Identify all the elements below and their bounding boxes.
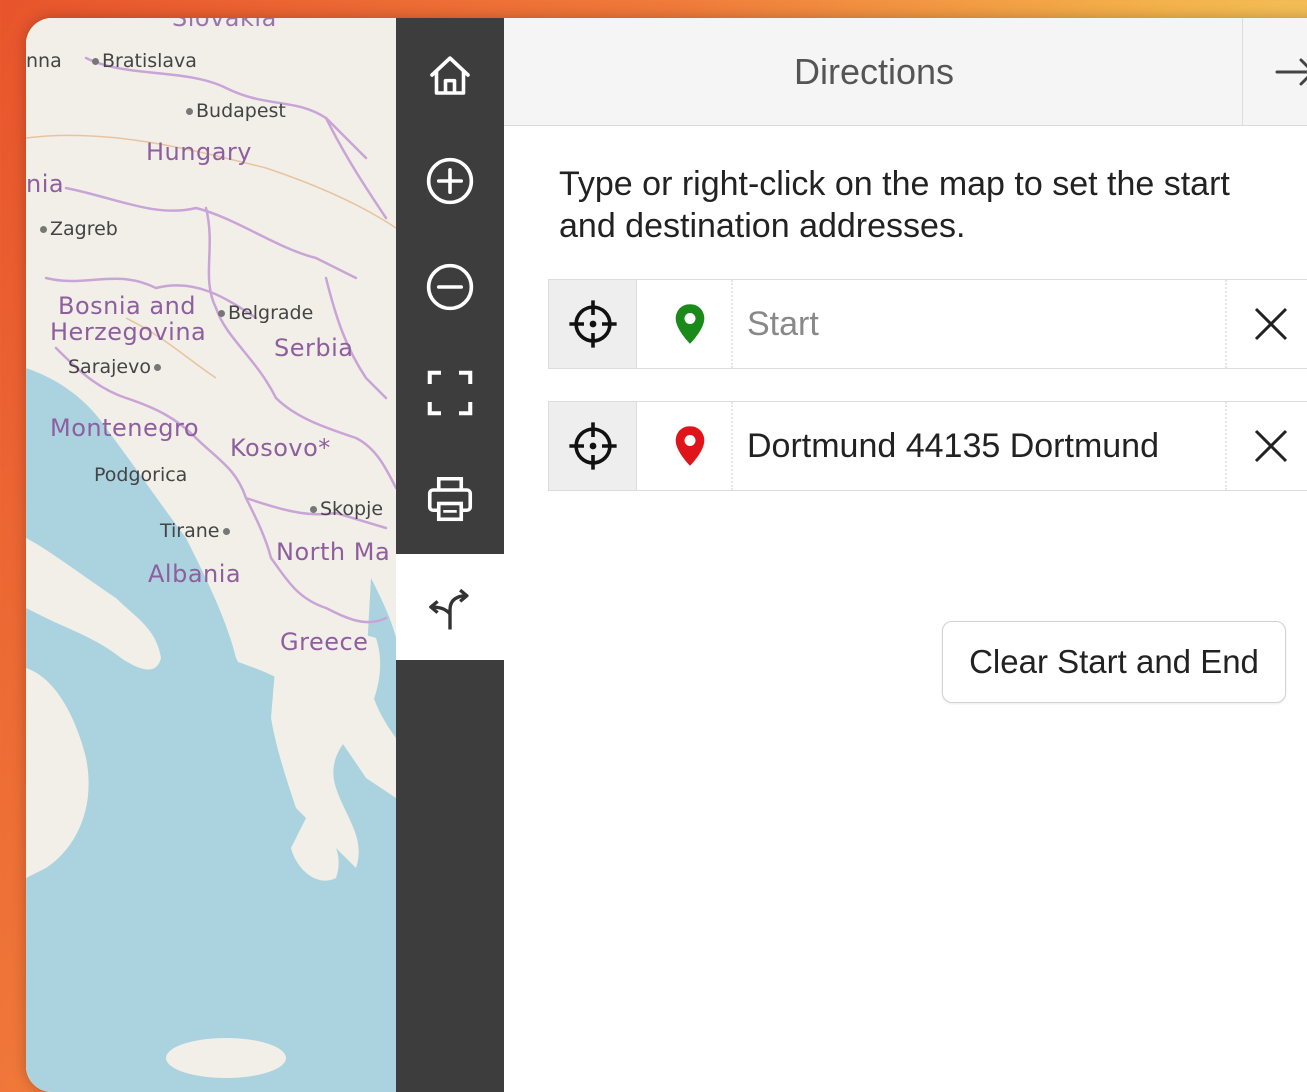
printer-icon xyxy=(427,476,473,522)
start-waypoint-row xyxy=(548,279,1307,369)
start-clear-button[interactable] xyxy=(1225,280,1307,368)
green-pin-icon xyxy=(675,304,705,344)
map-view[interactable]: Slovakia nna Bratislava Budapest Hungary… xyxy=(26,18,396,1092)
map-label-greece: Greece xyxy=(280,628,369,656)
zoom-in-button[interactable] xyxy=(396,128,504,234)
end-locate-button[interactable] xyxy=(549,402,637,490)
map-label-podgorica: Podgorica xyxy=(94,464,188,486)
crosshair-icon xyxy=(568,422,617,470)
red-pin-icon xyxy=(675,426,705,466)
app-window: Slovakia nna Bratislava Budapest Hungary… xyxy=(26,18,1307,1092)
map-label-herzegovina: Herzegovina xyxy=(50,318,207,346)
map-label-north-macedonia: North Ma xyxy=(276,538,391,566)
home-icon xyxy=(430,56,470,95)
map-label-tirane: Tirane xyxy=(160,520,233,542)
map-label-bosnia: Bosnia and xyxy=(58,292,197,320)
map-label-budapest: Budapest xyxy=(186,100,286,122)
map-label-slovakia: Slovakia xyxy=(172,18,277,32)
start-locate-button[interactable] xyxy=(549,280,637,368)
home-button[interactable] xyxy=(396,22,504,128)
clear-start-end-button[interactable]: Clear Start and End xyxy=(942,621,1286,703)
map-toolbar xyxy=(396,18,504,1092)
fullscreen-icon xyxy=(427,370,473,416)
close-icon xyxy=(1254,429,1288,463)
end-waypoint-row xyxy=(548,401,1307,491)
map-label-montenegro: Montenegro xyxy=(50,414,200,442)
map-label-serbia: Serbia xyxy=(274,334,354,362)
print-button[interactable] xyxy=(396,446,504,552)
directions-panel: Directions Type or right-click on the ma… xyxy=(504,18,1307,1092)
end-input[interactable] xyxy=(747,416,1222,476)
zoom-out-icon xyxy=(426,263,474,311)
crosshair-icon xyxy=(568,300,617,348)
directions-instructions: Type or right-click on the map to set th… xyxy=(559,165,1230,245)
map-label-kosovo: Kosovo* xyxy=(230,434,331,462)
zoom-out-button[interactable] xyxy=(396,234,504,340)
map-label-skopje: Skopje xyxy=(310,498,383,520)
map-label-sarajevo: Sarajevo xyxy=(68,356,164,378)
close-icon xyxy=(1254,307,1288,341)
panel-header: Directions xyxy=(504,18,1307,126)
directions-button[interactable] xyxy=(396,554,504,660)
map-label-bratislava: Bratislava xyxy=(92,50,197,72)
directions-icon xyxy=(429,588,469,630)
zoom-in-icon xyxy=(426,157,474,205)
arrow-right-icon xyxy=(1275,58,1307,86)
map-label-fragment: nna xyxy=(26,50,62,72)
collapse-panel-button[interactable] xyxy=(1242,18,1307,126)
start-input[interactable] xyxy=(747,294,1222,354)
end-pin xyxy=(649,402,733,490)
start-pin xyxy=(649,280,733,368)
panel-title: Directions xyxy=(793,51,955,92)
fullscreen-button[interactable] xyxy=(396,340,504,446)
map-label-hungary: Hungary xyxy=(146,138,252,166)
map-label-albania: Albania xyxy=(148,560,242,588)
map-label-belgrade: Belgrade xyxy=(218,302,313,324)
map-label-zagreb: Zagreb xyxy=(40,218,118,240)
map-label-fragment-nia: nia xyxy=(26,170,65,198)
end-clear-button[interactable] xyxy=(1225,402,1307,490)
